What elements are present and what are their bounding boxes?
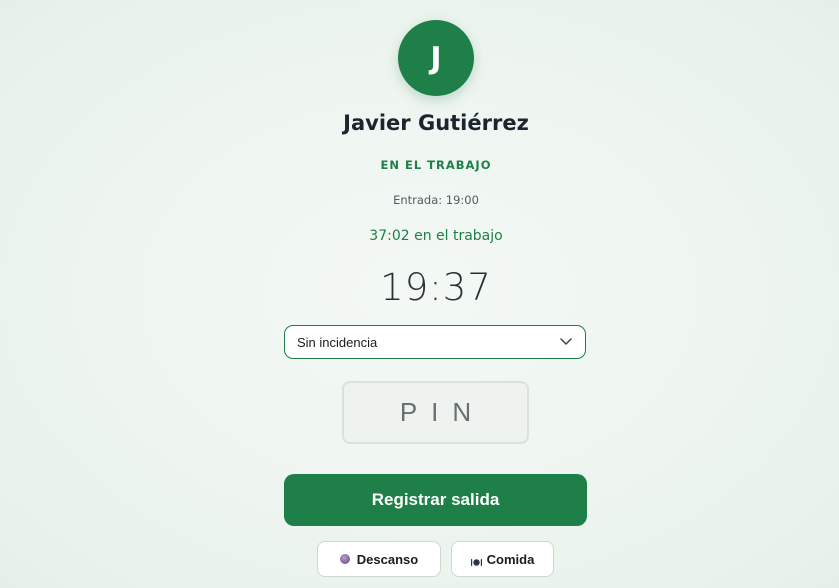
break-icon: [339, 554, 350, 564]
break-button[interactable]: Descanso: [317, 541, 441, 577]
register-exit-button[interactable]: Registrar salida: [284, 474, 587, 526]
clock-in-screen: J Javier Gutiérrez EN EL TRABAJO Entrada…: [0, 0, 839, 588]
elapsed-time: 37:02 en el trabajo: [369, 228, 503, 244]
current-clock: 19:37: [380, 266, 492, 309]
meal-icon: [470, 555, 482, 566]
register-exit-label: Registrar salida: [371, 490, 500, 509]
avatar: J: [398, 20, 474, 96]
incident-select-value: Sin incidencia: [297, 334, 378, 350]
break-label: Descanso: [356, 551, 419, 567]
status-badge: EN EL TRABAJO: [380, 158, 492, 172]
entry-time: Entrada: 19:00: [393, 193, 479, 207]
meal-button[interactable]: Comida: [451, 541, 554, 577]
chevron-down-icon: [559, 335, 573, 349]
employee-name: Javier Gutiérrez: [343, 111, 529, 135]
incident-select[interactable]: Sin incidencia: [284, 325, 586, 359]
avatar-initial: J: [430, 40, 442, 76]
pin-input[interactable]: PIN: [342, 381, 529, 444]
meal-label: Comida: [486, 551, 535, 567]
